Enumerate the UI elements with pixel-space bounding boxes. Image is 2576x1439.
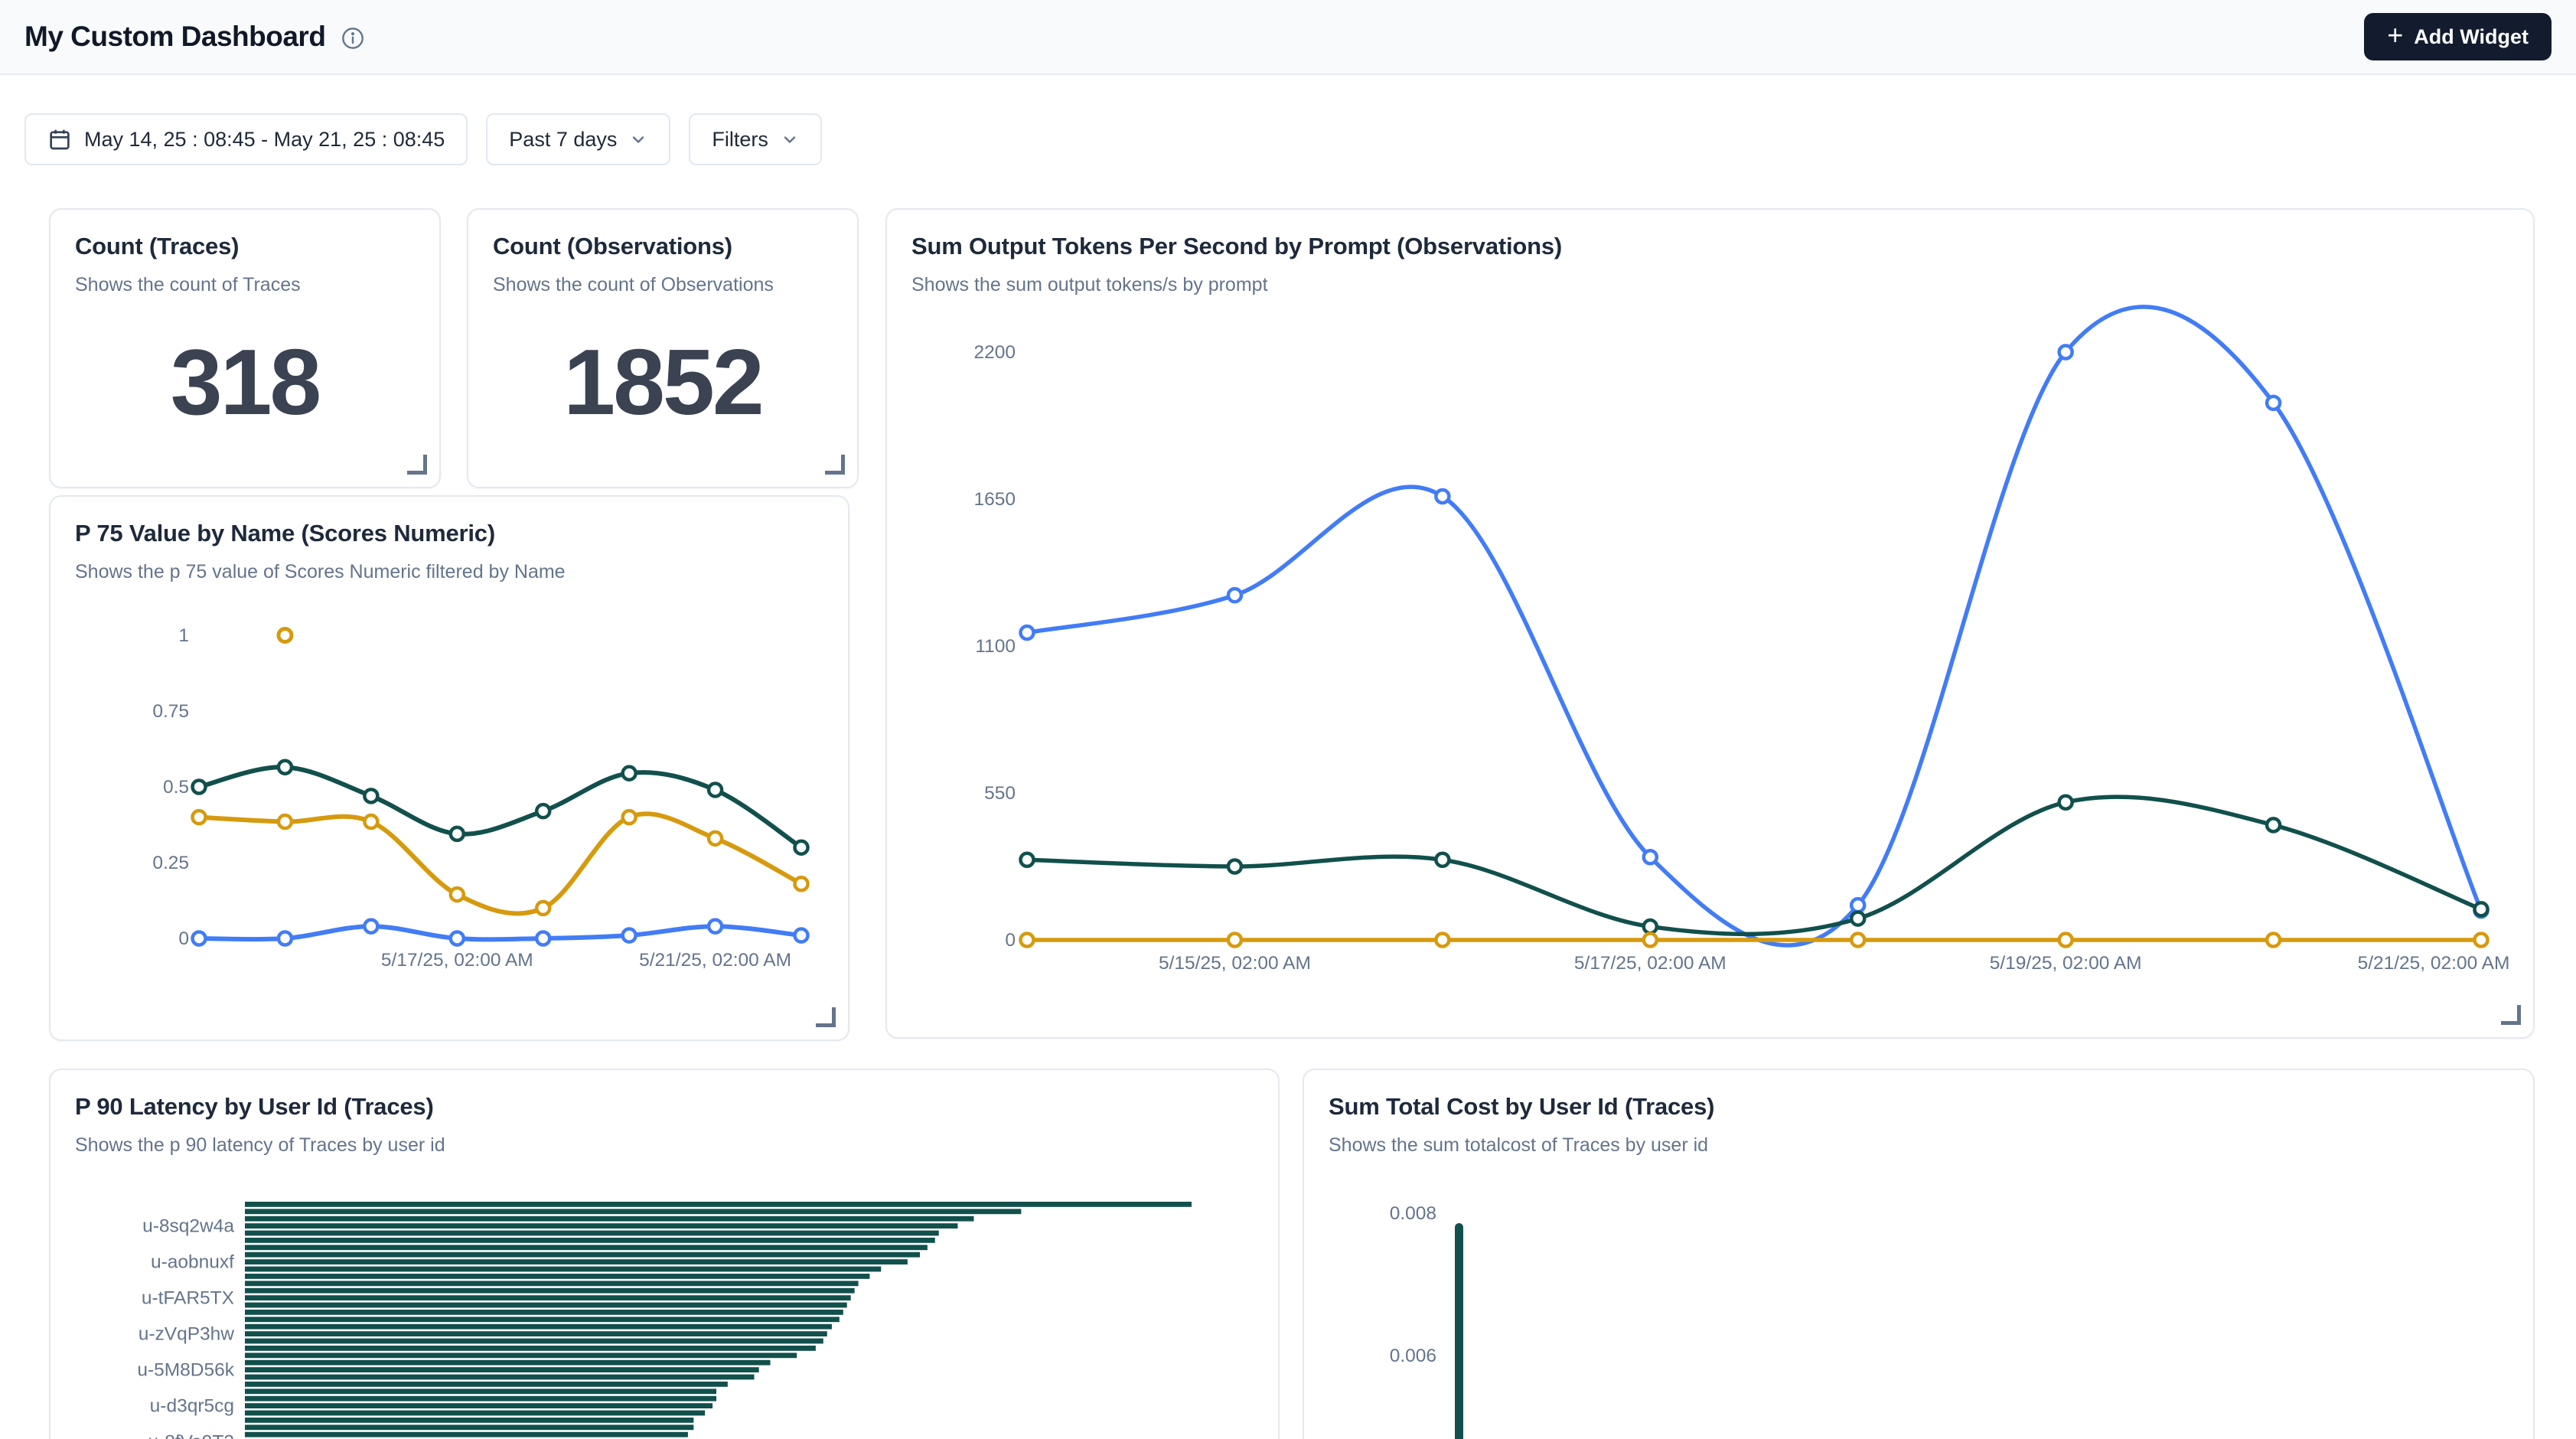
widget-card-total-cost: Sum Total Cost by User Id (Traces) Shows… [1303, 1069, 2535, 1439]
calendar-icon [47, 127, 72, 152]
add-widget-button[interactable]: + Add Widget [2364, 13, 2552, 60]
top-bar: My Custom Dashboard + Add Widget [0, 0, 2576, 75]
resize-handle[interactable] [816, 1007, 836, 1027]
svg-text:0: 0 [1005, 930, 1016, 951]
svg-text:5/15/25, 02:00 AM: 5/15/25, 02:00 AM [1159, 953, 1311, 974]
widget-card-tokens-per-second: Sum Output Tokens Per Second by Prompt (… [885, 208, 2535, 1039]
svg-text:5/21/25, 02:00 AM: 5/21/25, 02:00 AM [639, 950, 791, 971]
svg-text:u-aobnuxf: u-aobnuxf [151, 1252, 234, 1273]
resize-handle[interactable] [407, 455, 427, 475]
svg-text:550: 550 [984, 783, 1016, 804]
svg-text:0.5: 0.5 [163, 777, 189, 798]
add-widget-label: Add Widget [2414, 25, 2529, 49]
cost-bar-chart[interactable]: 0.008 0.006 [1304, 1070, 2533, 1439]
metric-value: 1852 [493, 328, 833, 436]
filter-bar: May 14, 25 : 08:45 - May 21, 25 : 08:45 … [24, 113, 822, 165]
svg-text:u-zVqP3hw: u-zVqP3hw [139, 1324, 235, 1345]
date-range-label: May 14, 25 : 08:45 - May 21, 25 : 08:45 [84, 128, 445, 152]
widget-subtitle: Shows the count of Traces [75, 274, 415, 296]
date-range-button[interactable]: May 14, 25 : 08:45 - May 21, 25 : 08:45 [24, 113, 468, 165]
svg-text:0.25: 0.25 [152, 853, 189, 873]
resize-handle[interactable] [825, 455, 845, 475]
dashboard-page: My Custom Dashboard + Add Widget May [0, 0, 2576, 1439]
svg-text:u-tFAR5TX: u-tFAR5TX [142, 1288, 234, 1309]
svg-text:2200: 2200 [973, 342, 1016, 363]
filters-button[interactable]: Filters [689, 113, 822, 165]
p75-line-chart[interactable]: 0 0.25 0.5 0.75 1 5/17/25, 02:00 AM 5/21/25, 0… [51, 497, 848, 1039]
widget-title: Count (Traces) [75, 233, 415, 260]
svg-text:1: 1 [178, 625, 189, 646]
svg-text:5/17/25, 02:00 AM: 5/17/25, 02:00 AM [381, 950, 533, 971]
time-preset-button[interactable]: Past 7 days [486, 113, 670, 165]
widget-card-p75-scores: P 75 Value by Name (Scores Numeric) Show… [49, 495, 849, 1041]
svg-text:5/21/25, 02:00 AM: 5/21/25, 02:00 AM [2358, 953, 2510, 974]
page-title: My Custom Dashboard [24, 21, 325, 53]
svg-text:1100: 1100 [975, 636, 1016, 657]
info-icon[interactable] [341, 26, 365, 51]
metric-value: 318 [75, 328, 415, 436]
svg-text:5/17/25, 02:00 AM: 5/17/25, 02:00 AM [1574, 953, 1727, 974]
svg-text:0.006: 0.006 [1390, 1346, 1436, 1366]
widget-card-count-observations: Count (Observations) Shows the count of … [467, 208, 859, 488]
tokens-line-chart[interactable]: 0 550 1100 1650 2200 5/15/25, 02:00 AM 5/17/25… [887, 210, 2533, 1037]
chevron-down-icon [781, 130, 799, 148]
svg-text:0: 0 [178, 928, 189, 949]
svg-text:0.75: 0.75 [152, 701, 189, 722]
svg-text:u-8sq2w4a: u-8sq2w4a [142, 1216, 234, 1237]
chevron-down-icon [629, 130, 647, 148]
svg-text:0.008: 0.008 [1390, 1203, 1436, 1224]
resize-handle[interactable] [2501, 1005, 2521, 1025]
filters-label: Filters [712, 128, 768, 152]
svg-text:5/19/25, 02:00 AM: 5/19/25, 02:00 AM [1990, 953, 2142, 974]
svg-text:u-d3qr5cg: u-d3qr5cg [150, 1396, 234, 1417]
widget-card-count-traces: Count (Traces) Shows the count of Traces… [49, 208, 441, 488]
widget-card-p90-latency: P 90 Latency by User Id (Traces) Shows t… [49, 1069, 1280, 1439]
svg-text:u-5M8D56k: u-5M8D56k [137, 1360, 234, 1381]
widget-title: Count (Observations) [493, 233, 833, 260]
svg-text:1650: 1650 [973, 489, 1016, 510]
svg-text:u-8fVa9T3: u-8fVa9T3 [148, 1432, 234, 1439]
time-preset-label: Past 7 days [509, 128, 617, 152]
p90-bar-chart[interactable]: u-8sq2w4a u-aobnuxf u-tFAR5TX u-zVqP3hw u-5M… [51, 1070, 1278, 1439]
widget-subtitle: Shows the count of Observations [493, 274, 833, 296]
